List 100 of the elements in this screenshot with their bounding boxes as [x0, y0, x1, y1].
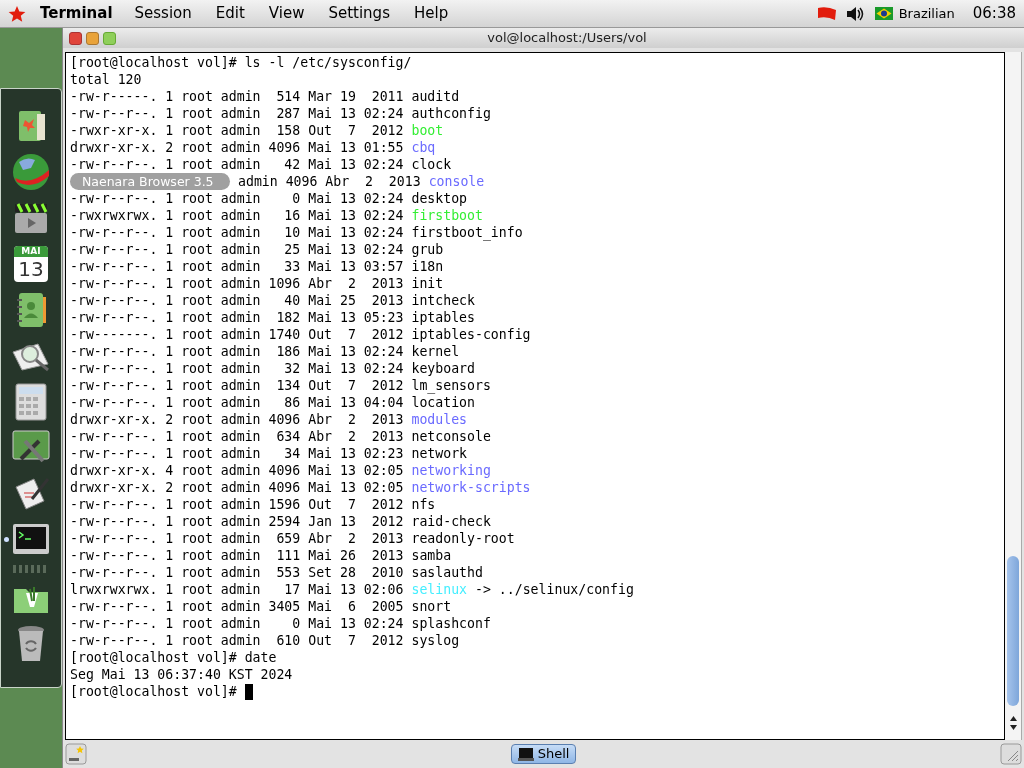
file-name: location	[411, 394, 475, 411]
file-entry-details: -rw-r--r--. 1 root admin 3405 Mai 6 2005	[70, 598, 404, 615]
new-tab-icon[interactable]	[65, 743, 87, 765]
file-entry-details: -rw-r--r--. 1 root admin 34 Mai 13 02:23	[70, 445, 404, 462]
file-name: netconsole	[411, 428, 491, 445]
file-name: splashconf	[411, 615, 491, 632]
scroll-up-icon[interactable]	[1009, 716, 1017, 721]
file-name: keyboard	[411, 360, 475, 377]
brazil-flag-icon[interactable]	[874, 7, 893, 20]
menu-item[interactable]: View	[268, 2, 305, 25]
file-name: console	[428, 173, 485, 190]
file-name: firstboot	[411, 207, 483, 224]
file-entry-details: -rw-r--r--. 1 root admin 32 Mai 13 02:24	[70, 360, 404, 377]
file-entry-details: -rw-r--r--. 1 root admin 86 Mai 13 04:04	[70, 394, 404, 411]
calendar-icon[interactable]: MAI 13	[14, 246, 48, 282]
keyboard-layout[interactable]: Brazilian	[898, 3, 955, 24]
file-name: lm_sensors	[411, 377, 491, 394]
file-name: desktop	[411, 190, 468, 207]
terminal-line: [root@localhost vol]# ls -l /etc/sysconfig/	[70, 54, 412, 71]
file-entry-details: -rw-r--r--. 1 root admin 1096 Abr 2 2013	[70, 275, 404, 292]
file-entry-details: -rw-r--r--. 1 root admin 25 Mai 13 02:24	[70, 241, 404, 258]
file-name: readonly-root	[411, 530, 515, 547]
window-title: vol@localhost:/Users/vol	[486, 29, 648, 48]
menu-item[interactable]: Help	[413, 2, 449, 25]
flag-icon[interactable]	[816, 6, 837, 21]
file-name: networking	[411, 462, 491, 479]
tab[interactable]: Shell	[510, 744, 577, 764]
trash-icon[interactable]	[15, 624, 47, 664]
file-name: iptables	[411, 309, 475, 326]
file-name: syslog	[411, 632, 460, 649]
file-entry-details: -rwxrwxrwx. 1 root admin 16 Mai 13 02:24	[70, 207, 404, 224]
terminal-line: [root@localhost vol]# date	[70, 649, 277, 666]
file-name: cbq	[411, 139, 436, 156]
app-name[interactable]: Terminal	[40, 2, 113, 25]
dock-separator	[13, 565, 49, 573]
file-name: kernel	[411, 343, 460, 360]
file-entry-details: -rw-r--r--. 1 root admin 42 Mai 13 02:24	[70, 156, 404, 173]
file-entry-details: -rw-r--r--. 1 root admin 1596 Out 7 2012	[70, 496, 404, 513]
file-name: raid-check	[411, 513, 491, 530]
star-icon[interactable]	[8, 4, 26, 23]
running-indicator	[4, 537, 9, 542]
file-name: clock	[411, 156, 452, 173]
file-entry-details: drwxr-xr-x. 4 root admin 4096 Mai 13 02:05	[70, 462, 404, 479]
resize-grip-icon[interactable]	[1000, 743, 1022, 765]
calendar-day: 13	[14, 257, 48, 281]
file-entry-details: -rw-r--r--. 1 root admin 33 Mai 13 03:57	[70, 258, 404, 275]
file-entry-details: -rw-r--r--. 1 root admin 0 Mai 13 02:24	[70, 190, 404, 207]
file-name: snort	[411, 598, 452, 615]
globe-icon[interactable]	[11, 152, 51, 192]
file-entry-details: -rw-r--r--. 1 root admin 40 Mai 25 2013	[70, 292, 404, 309]
file-name: nfs	[411, 496, 436, 513]
tooltip: Naenara Browser 3.5	[70, 173, 230, 190]
link-target: -> ../selinux/config	[475, 581, 634, 598]
minimize-button[interactable]	[86, 31, 99, 45]
close-button[interactable]	[69, 31, 82, 45]
terminal-line: [root@localhost vol]#	[70, 683, 237, 700]
file-entry-details: drwxr-xr-x. 2 root admin 4096 Abr 2 2013	[70, 411, 404, 428]
file-entry-details: -rw-r--r--. 1 root admin 659 Abr 2 2013	[70, 530, 404, 547]
file-entry-details: -rw-r--r--. 1 root admin 186 Mai 13 02:24	[70, 343, 404, 360]
file-entry-details: -rw-r--r--. 1 root admin 553 Set 28 2010	[70, 564, 404, 581]
address-book-icon[interactable]	[14, 291, 48, 329]
file-entry-details: -rw-r--r--. 1 root admin 10 Mai 13 02:24	[70, 224, 404, 241]
speaker-icon[interactable]	[844, 5, 865, 22]
menu-item[interactable]: Edit	[215, 2, 245, 25]
terminal-line: Seg Mai 13 06:37:40 KST 2024	[70, 666, 293, 683]
file-name: network	[411, 445, 468, 462]
file-name: selinux	[411, 581, 468, 598]
file-name: init	[411, 275, 444, 292]
menu-item[interactable]: Settings	[328, 2, 390, 25]
menu-item[interactable]: Session	[134, 2, 192, 25]
terminal-icon	[517, 747, 534, 761]
calculator-icon[interactable]	[14, 382, 48, 422]
file-name: i18n	[411, 258, 444, 275]
file-entry-details: -rw-r--r--. 1 root admin 111 Mai 26 2013	[70, 547, 404, 564]
file-entry-details: -rw-r--r--. 1 root admin 634 Abr 2 2013	[70, 428, 404, 445]
calendar-month: MAI	[14, 246, 48, 257]
file-name: authconfig	[411, 105, 491, 122]
file-name: samba	[411, 547, 452, 564]
file-entry-details: -rw-r--r--. 1 root admin 134 Out 7 2012	[70, 377, 404, 394]
file-entry-details: -rw-r--r--. 1 root admin 182 Mai 13 05:23	[70, 309, 404, 326]
file-name: firstboot_info	[411, 224, 523, 241]
file-entry-details: drwxr-xr-x. 2 root admin 4096 Mai 13 02:05	[70, 479, 404, 496]
file-name: intcheck	[411, 292, 475, 309]
scrollbar[interactable]	[1005, 52, 1022, 740]
file-entry-details: -rw-r--r--. 1 root admin 287 Mai 13 02:24	[70, 105, 404, 122]
file-name: grub	[411, 241, 444, 258]
file-entry-details: -rw-r--r--. 1 root admin 0 Mai 13 02:24	[70, 615, 404, 632]
file-name: modules	[411, 411, 468, 428]
clock[interactable]: 06:38	[972, 2, 1016, 25]
file-entry-details: -rw-r-----. 1 root admin 514 Mar 19 2011	[70, 88, 404, 105]
scroll-down-icon[interactable]	[1009, 725, 1017, 730]
file-entry-details: -rw-r--r--. 1 root admin 610 Out 7 2012	[70, 632, 404, 649]
file-entry-details: admin 4096 Abr 2 2013	[238, 173, 421, 190]
file-entry-details: -rwxr-xr-x. 1 root admin 158 Out 7 2012	[70, 122, 404, 139]
file-entry-details: -rw-r--r--. 1 root admin 2594 Jan 13 2012	[70, 513, 404, 530]
file-name: boot	[411, 122, 444, 139]
scrollbar-thumb[interactable]	[1007, 556, 1019, 706]
file-name: iptables-config	[411, 326, 531, 343]
file-entry-details: -rw-------. 1 root admin 1740 Out 7 2012	[70, 326, 404, 343]
file-name: saslauthd	[411, 564, 483, 581]
